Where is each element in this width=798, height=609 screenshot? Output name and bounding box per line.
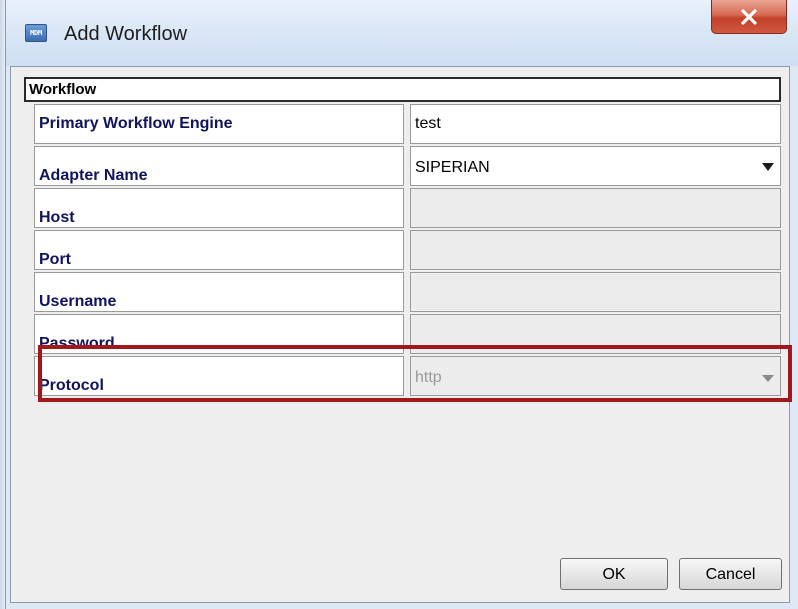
row-adapter-name: Adapter Name SIPERIAN: [34, 146, 781, 186]
ok-button[interactable]: OK: [560, 558, 668, 590]
chevron-down-icon[interactable]: [762, 375, 774, 382]
title-bar[interactable]: MDM Add Workflow: [6, 0, 798, 66]
protocol-dropdown[interactable]: http: [410, 356, 781, 396]
port-label: Port: [34, 230, 404, 270]
username-label: Username: [34, 272, 404, 312]
port-label-text: Port: [39, 251, 71, 268]
protocol-label-text: Protocol: [39, 377, 104, 394]
primary-workflow-engine-input[interactable]: test: [410, 104, 781, 144]
adapter-name-label: Adapter Name: [34, 146, 404, 186]
adapter-name-label-text: Adapter Name: [39, 167, 148, 184]
row-port: Port: [34, 230, 781, 270]
port-input[interactable]: [410, 230, 781, 270]
row-password: Password: [34, 314, 781, 354]
primary-workflow-engine-value: test: [415, 115, 441, 132]
close-x-icon: [741, 8, 757, 25]
chevron-down-icon[interactable]: [762, 163, 774, 171]
row-host: Host: [34, 188, 781, 228]
protocol-value: http: [415, 369, 442, 386]
username-label-text: Username: [39, 293, 117, 310]
row-username: Username: [34, 272, 781, 312]
adapter-name-value: SIPERIAN: [415, 159, 490, 176]
screenshot: MDM Add Workflow Workflow Primary Workfl…: [0, 0, 798, 609]
password-label: Password: [34, 314, 404, 354]
primary-workflow-engine-label: Primary Workflow Engine: [34, 104, 404, 144]
adapter-name-dropdown[interactable]: SIPERIAN: [410, 146, 781, 186]
cancel-button[interactable]: Cancel: [679, 558, 782, 590]
workflow-section-header: Workflow: [24, 77, 781, 102]
row-primary-workflow-engine: Primary Workflow Engine test: [34, 104, 781, 144]
username-input[interactable]: [410, 272, 781, 312]
host-label: Host: [34, 188, 404, 228]
mdm-app-icon: MDM: [25, 24, 47, 42]
row-protocol: Protocol http: [34, 356, 781, 396]
host-input[interactable]: [410, 188, 781, 228]
close-button[interactable]: [711, 0, 787, 34]
window-title: Add Workflow: [64, 23, 188, 45]
primary-workflow-engine-label-text: Primary Workflow Engine: [39, 115, 233, 132]
host-label-text: Host: [39, 209, 75, 226]
protocol-label: Protocol: [34, 356, 404, 396]
password-label-text: Password: [39, 335, 115, 352]
password-input[interactable]: [410, 314, 781, 354]
